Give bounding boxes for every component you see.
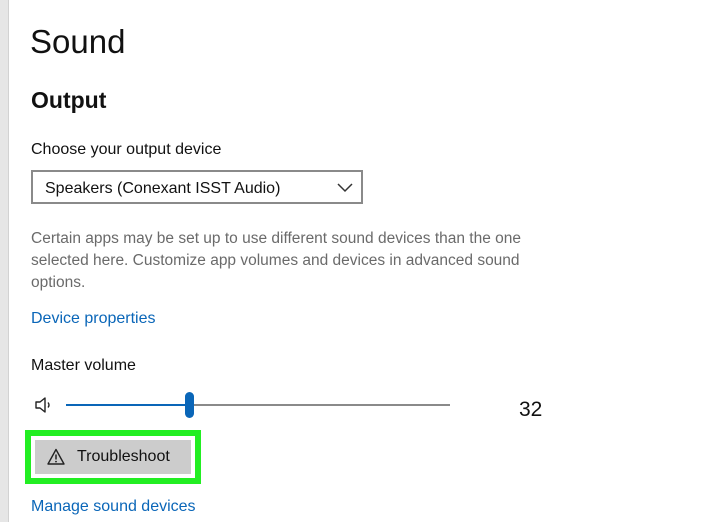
volume-value: 32 xyxy=(519,398,543,421)
manage-sound-devices-link[interactable]: Manage sound devices xyxy=(31,497,196,517)
volume-slider-fill xyxy=(66,404,189,406)
warning-icon xyxy=(47,448,65,465)
output-section-heading: Output xyxy=(31,87,107,113)
page-title: Sound xyxy=(30,23,126,60)
left-panel-edge xyxy=(0,0,9,522)
master-volume-label: Master volume xyxy=(31,357,136,374)
volume-slider-thumb[interactable] xyxy=(185,392,194,418)
output-device-label: Choose your output device xyxy=(31,141,222,158)
speaker-icon[interactable] xyxy=(34,395,54,415)
chevron-down-icon xyxy=(337,183,353,193)
output-device-dropdown[interactable]: Speakers (Conexant ISST Audio) xyxy=(31,170,363,204)
output-device-description: Certain apps may be set up to use differ… xyxy=(31,230,522,291)
master-volume-slider[interactable] xyxy=(66,392,450,418)
troubleshoot-button[interactable]: Troubleshoot xyxy=(35,440,191,474)
output-device-selected: Speakers (Conexant ISST Audio) xyxy=(45,180,281,197)
device-properties-link[interactable]: Device properties xyxy=(31,309,156,329)
troubleshoot-label: Troubleshoot xyxy=(77,448,170,465)
